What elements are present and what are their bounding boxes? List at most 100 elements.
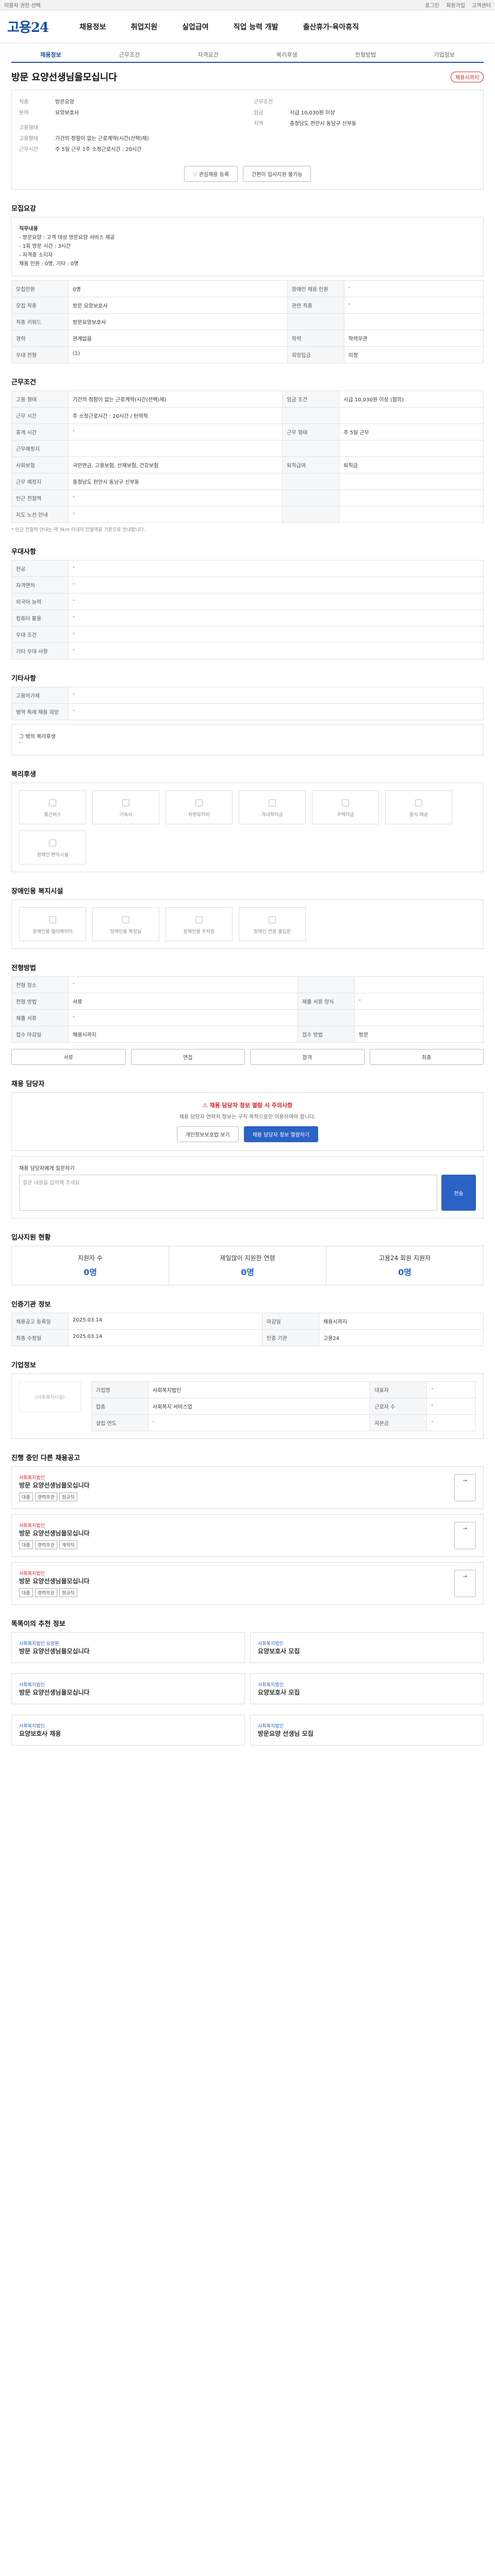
contact-section: 채용 담당자 ⚠ 채용 담당자 정보 열람 시 주의사항 채용 담당자 연락처 … [11, 1078, 484, 1218]
qual-table: 전공 - 자격면허 - 외국어 능력 - 컴퓨터 활용 - 우대 조건 - 기타 우대 사항 - [11, 560, 484, 659]
table-row: 전형 장소 - [11, 976, 484, 993]
process-section: 전형방법 전형 장소 - 전형 방법 서류 제출 서류 양식 - 제출 서류 - 접수 마감일 채… [11, 962, 484, 1065]
signup-link[interactable]: 회원가입 [446, 3, 465, 9]
global-nav: 채용정보 취업지원 실업급여 직업 능력 개발 출산휴가·육아휴직 [79, 22, 359, 32]
table-row: 자격면허 - [11, 577, 484, 594]
view-contact-button[interactable]: 채용 담당자 정보 열람하기 [243, 1126, 319, 1142]
table-row: 전형 방법 서류 제출 서류 양식 - [11, 993, 484, 1010]
stat-item: 지원자 수 0명 [12, 1246, 169, 1285]
tab-recruit[interactable]: 채용정보 [11, 50, 90, 62]
stats-section: 입사지원 현황 지원자 수 0명 제일많이 지원한 연령 0명 고용24 회원 지원자 0… [11, 1232, 484, 1285]
recruit-table: 모집인원 0명 장애인 채용 인원 - 모집 직종 방문 요양보호사 관련 직종 - 직종 키워… [11, 280, 484, 363]
welfare-item: ▢ 주택자금 [312, 790, 379, 824]
qualification-section: 우대사항 전공 - 자격면허 - 외국어 능력 - 컴퓨터 활용 - 우대 조건 - 기타 우대 사… [11, 546, 484, 659]
table-row: 근무 예정지 충청남도 천안시 동남구 신부동 [11, 473, 484, 490]
tab-welfare[interactable]: 복리후생 [248, 50, 326, 62]
process-table: 전형 장소 - 전형 방법 서류 제출 서류 양식 - 제출 서류 - 접수 마감일 채용시까지 접… [11, 976, 484, 1043]
list-item[interactable]: 사회복지법인 방문 요양선생님을모십니다 대졸 경력무관 계약직 → [11, 1514, 484, 1557]
table-row: 근무예정지 [11, 440, 484, 457]
inquiry-send-button[interactable]: 전송 [441, 1175, 476, 1211]
welfare-item: ▢ 장애인용 주차장 [166, 907, 233, 941]
list-item[interactable]: 사회복지법인 요양보호사 모집 [250, 1632, 484, 1663]
recommend-section: 똑똑이의 추천 정보 사회복지법인 요양원 방문 요양선생님을모십니다 사회복지법인… [11, 1618, 484, 1751]
list-item[interactable]: 사회복지법인 요양원 방문 요양선생님을모십니다 [11, 1632, 245, 1663]
heart-icon: ♡ [192, 172, 199, 178]
table-row: 컴퓨터 활용 - [11, 609, 484, 626]
facility-icon: ▢ [414, 797, 423, 808]
facility-icon: ▢ [194, 914, 204, 925]
list-item[interactable]: 사회복지법인 방문 요양선생님을모십니다 대졸 경력무관 정규직 → [11, 1562, 484, 1605]
table-row: 병역 특례 채용 희망 - [11, 703, 484, 720]
etc-table: 고용허가제 - 병역 특례 채용 희망 - [11, 687, 484, 720]
recruit-section: 모집요강 직무내용 - 방문요양 : 고객 대상 방문요양 서비스 제공 - 1… [11, 203, 484, 363]
stat-item: 고용24 회원 지원자 0명 [378, 1255, 431, 1277]
table-row: 직종 키워드 방문요양보호사 [11, 313, 484, 330]
welfare-item: ▢ 차량유지비 [166, 790, 233, 824]
quick-apply-button[interactable]: 간편이 입사지원 불가능 [243, 166, 311, 182]
detail-tabs: 채용정보 근무조건 자격요건 복리후생 전형방법 기업정보 [11, 47, 484, 63]
table-row: 제출 서류 - [11, 1009, 484, 1026]
tab-process[interactable]: 전형방법 [326, 50, 405, 62]
welfare-item: ▢ 장애인용 엘리베이터 [19, 907, 86, 941]
welfare-item: ▢ 통근버스 [19, 790, 86, 824]
facility-icon: ▢ [121, 914, 130, 925]
etc-section: 기타사항 고용허가제 - 병역 특례 채용 희망 - 그 밖의 복리후생 - [11, 673, 484, 755]
welfare-item: ▢ 기숙사 [92, 790, 159, 824]
step-3: 합격 [250, 1049, 365, 1065]
table-row: 인근 전철역 - [11, 489, 484, 506]
welfare-item: ▢ 장애인용 화장실 [92, 907, 159, 941]
table-row: 모집 직종 방문 요양보호사 관련 직종 - [11, 297, 484, 314]
table-row: 사회보험 국민연금, 고용보험, 산재보험, 건강보험 퇴직급여 퇴직금 [11, 456, 484, 473]
support-link[interactable]: 고객센터 [472, 3, 491, 9]
table-row: 근무 시간 주 소정근로시간 : 20시간 / 탄력적 [11, 407, 484, 424]
list-item[interactable]: 사회복지법인 방문 요양선생님을모십니다 대졸 경력무관 정규직 → [11, 1466, 484, 1509]
bookmark-button[interactable]: ♡ 관심채용 등록 [184, 166, 238, 182]
work-table: 고용 형태 기간의 정함이 없는 근로계약(시간(선택)제) 임금 조건 시급 10,… [11, 391, 484, 523]
facility-icon: ▢ [268, 914, 277, 925]
facility-icon: ▢ [121, 797, 130, 808]
table-row: 최종 수정일 2025.03.14 인증 기관 고용24 [11, 1329, 484, 1346]
list-item[interactable]: 사회복지법인 요양보호사 모집 [250, 1673, 484, 1704]
apply-button[interactable]: → [454, 1522, 476, 1549]
welfare-item: ▢ 장애인 편의시설 [19, 831, 86, 865]
table-row: 기업명 사회복지법인 대표자 - [91, 1381, 476, 1398]
welfare-item: ▢ 장애인 전용 출입문 [239, 907, 306, 941]
step-2: 면접 [130, 1049, 245, 1065]
privacy-law-button[interactable]: 개인정보보호법 보기 [176, 1126, 239, 1142]
role-select[interactable]: 이용자 권한 선택 [4, 1, 41, 9]
welfare-item: ▢ 중식 제공 [385, 790, 452, 824]
table-row: 지도 노선 안내 - [11, 506, 484, 523]
table-row: 고용 형태 기간의 정함이 없는 근로계약(시간(선택)제) 임금 조건 시급 10,… [11, 391, 484, 408]
facility-icon: ▢ [341, 797, 350, 808]
tab-work[interactable]: 근무조건 [90, 50, 169, 62]
step-4: 최종 [369, 1049, 484, 1065]
list-item[interactable]: 사회복지법인 방문요양 선생님 모집 [250, 1715, 484, 1745]
nav-unemployment[interactable]: 실업급여 [182, 22, 209, 32]
welfare-section: 복리후생 ▢ 통근버스 ▢ 기숙사 ▢ 차량유지비 ▢ 자녀학자금 ▢ 주택자금 ▢ 중식 제공 ▢ 장애… [11, 769, 484, 872]
warning-icon: ⚠ [202, 1102, 210, 1109]
site-logo[interactable]: 고용24 [7, 17, 49, 36]
apply-button[interactable]: → [454, 1570, 476, 1597]
table-row: 모집인원 0명 장애인 채용 인원 - [11, 280, 484, 297]
nav-employment-support[interactable]: 취업지원 [131, 22, 158, 32]
table-row: 우대 조건 - [11, 626, 484, 643]
info-table: 채용공고 등록일 2025.03.14 마감일 채용시까지 최종 수정일 2025.03.… [11, 1313, 484, 1346]
login-link[interactable]: 로그인 [425, 3, 439, 9]
list-item[interactable]: 사회복지법인 방문 요양선생님을모십니다 [11, 1673, 245, 1704]
step-1: 서류 [11, 1049, 126, 1065]
disabled-facility-section: 장애인용 복지시설 ▢ 장애인용 엘리베이터 ▢ 장애인용 화장실 ▢ 장애인용 주차장 ▢… [11, 886, 484, 949]
table-row: 채용공고 등록일 2025.03.14 마감일 채용시까지 [11, 1313, 484, 1330]
welfare-item: ▢ 자녀학자금 [239, 790, 306, 824]
table-row: 휴게 시간 - 근무 형태 주 5일 근무 [11, 423, 484, 440]
apply-button[interactable]: → [454, 1474, 476, 1501]
table-row: 외국어 능력 - [11, 593, 484, 610]
nav-jobs[interactable]: 채용정보 [79, 22, 106, 32]
inquiry-input[interactable]: 질문 내용을 입력해 주세요 [19, 1175, 438, 1211]
tab-qual[interactable]: 자격요건 [169, 50, 248, 62]
list-item[interactable]: 사회복지법인 요양보호사 채용 [11, 1715, 245, 1745]
tab-company[interactable]: 기업정보 [405, 50, 484, 62]
similar-jobs-section: 진행 중인 다른 채용공고 사회복지법인 방문 요양선생님을모십니다 대졸 경력무관 정… [11, 1452, 484, 1605]
nav-training[interactable]: 직업 능력 개발 [234, 22, 278, 32]
company-section: 기업정보 (사회복지시설) 기업명 사회복지법인 대표자 - 업종 사회복지 서비스업 근로… [11, 1360, 484, 1439]
nav-leave[interactable]: 출산휴가·육아휴직 [303, 22, 359, 32]
